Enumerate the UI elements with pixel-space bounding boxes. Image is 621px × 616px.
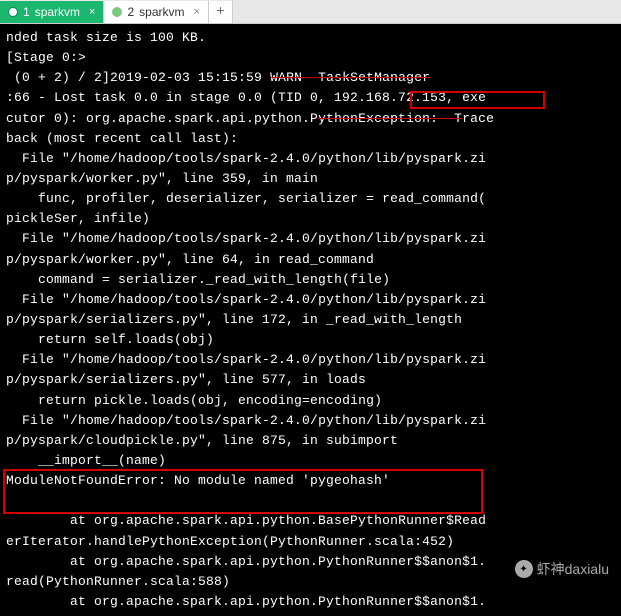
- terminal-output[interactable]: nded task size is 100 KB. [Stage 0:> (0 …: [0, 24, 621, 616]
- output-line: p/pyspark/worker.py", line 359, in main: [6, 171, 318, 186]
- tab-1[interactable]: 1 sparkvm ×: [0, 1, 104, 23]
- output-line: pickleSer, infile): [6, 211, 150, 226]
- tab-bar: 1 sparkvm × 2 sparkvm × +: [0, 0, 621, 24]
- output-line: WARN TaskSetManager: [270, 70, 430, 85]
- output-line: at org.apache.spark.api.python.PythonRun…: [6, 554, 486, 569]
- error-line: ModuleNotFoundError: No module named 'py…: [6, 473, 390, 488]
- output-line: return pickle.loads(obj, encoding=encodi…: [6, 393, 382, 408]
- output-line: back (most recent call last):: [6, 131, 238, 146]
- output-line: File "/home/hadoop/tools/spark-2.4.0/pyt…: [6, 352, 486, 367]
- output-line: erIterator.handlePythonException(PythonR…: [6, 534, 454, 549]
- output-line: command = serializer._read_with_length(f…: [6, 272, 390, 287]
- output-line: cutor 0): org.apache.spark.api.python.P: [6, 111, 318, 126]
- tab-label: sparkvm: [139, 5, 184, 19]
- close-icon[interactable]: ×: [194, 6, 200, 18]
- status-dot-icon: [112, 7, 122, 17]
- output-line: p/pyspark/worker.py", line 64, in read_c…: [6, 252, 374, 267]
- output-line: __import__(name): [6, 453, 166, 468]
- tab-num: 2: [127, 5, 134, 19]
- close-icon[interactable]: ×: [89, 6, 95, 18]
- output-line: p/pyspark/serializers.py", line 577, in …: [6, 372, 366, 387]
- output-line: p/pyspark/cloudpickle.py", line 875, in …: [6, 433, 398, 448]
- output-line: race: [462, 111, 494, 126]
- add-tab-button[interactable]: +: [209, 1, 233, 23]
- output-line: ythonException: T: [318, 111, 462, 126]
- output-line: p/pyspark/serializers.py", line 172, in …: [6, 312, 462, 327]
- tab-label: sparkvm: [35, 5, 80, 19]
- tab-num: 1: [23, 5, 30, 19]
- output-line: File "/home/hadoop/tools/spark-2.4.0/pyt…: [6, 413, 486, 428]
- output-line: return self.loads(obj): [6, 332, 214, 347]
- output-line: func, profiler, deserializer, serializer…: [6, 191, 486, 206]
- output-line: (0 + 2) / 2]2019-02-03 15:15:59: [6, 70, 270, 85]
- output-line: File "/home/hadoop/tools/spark-2.4.0/pyt…: [6, 231, 486, 246]
- output-line: at org.apache.spark.api.python.BasePytho…: [6, 513, 486, 528]
- output-line: at org.apache.spark.api.python.PythonRun…: [6, 594, 486, 609]
- output-line: File "/home/hadoop/tools/spark-2.4.0/pyt…: [6, 151, 486, 166]
- output-line: :66 - Lost task 0.0 in stage 0.0 (TID 0,…: [6, 90, 486, 105]
- output-line: read(PythonRunner.scala:588): [6, 574, 230, 589]
- output-line: [Stage 0:>: [6, 50, 86, 65]
- tab-2[interactable]: 2 sparkvm ×: [104, 1, 208, 23]
- status-dot-icon: [8, 7, 18, 17]
- output-line: File "/home/hadoop/tools/spark-2.4.0/pyt…: [6, 292, 486, 307]
- output-line: nded task size is 100 KB.: [6, 30, 206, 45]
